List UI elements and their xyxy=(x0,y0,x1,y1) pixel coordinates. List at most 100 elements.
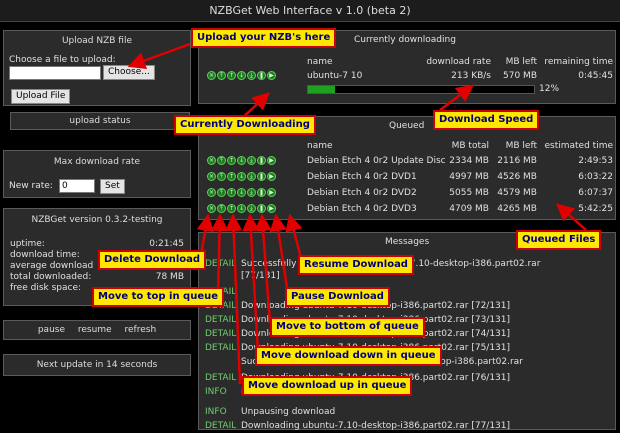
delete-icon[interactable]: × xyxy=(207,204,216,213)
resume-icon[interactable]: ▶ xyxy=(267,156,276,165)
progress-bar xyxy=(307,85,535,94)
queue-name: Debian Etch 4 0r2 Update Disc xyxy=(307,156,446,166)
message-type: DETAIL xyxy=(205,343,237,353)
progress-fill xyxy=(308,86,336,93)
queued-header-estimated: estimated time xyxy=(544,141,613,151)
pause-link[interactable]: pause xyxy=(38,325,65,335)
info-label: free disk space: xyxy=(10,283,82,293)
note-top: Move to top in queue xyxy=(92,287,225,307)
pause-icon[interactable]: ❚ xyxy=(257,204,266,213)
queue-left: 4265 MB xyxy=(497,204,537,214)
upload-file-button[interactable]: Upload File xyxy=(11,89,71,104)
queue-time: 5:42:25 xyxy=(578,204,613,214)
move-up-icon[interactable]: ↑ xyxy=(227,71,236,80)
actions-panel: pause resume refresh xyxy=(3,320,191,340)
move-bottom-icon[interactable]: ⤓ xyxy=(247,204,256,213)
set-rate-button[interactable]: Set xyxy=(100,179,125,194)
pause-icon[interactable]: ❚ xyxy=(257,172,266,181)
move-up-icon[interactable]: ↑ xyxy=(227,172,236,181)
queue-left: 4579 MB xyxy=(497,188,537,198)
message-type: DETAIL xyxy=(205,421,237,431)
resume-icon[interactable]: ▶ xyxy=(267,204,276,213)
refresh-link[interactable]: refresh xyxy=(125,325,157,335)
choose-file-button[interactable]: Choose... xyxy=(103,65,155,80)
info-label: download time: xyxy=(10,250,80,260)
message-row: INFO Unpausing download xyxy=(205,405,611,419)
progress-label: 12% xyxy=(539,84,560,94)
queue-name: Debian Etch 4 0r2 DVD1 xyxy=(307,172,417,182)
current-header-rate: download rate xyxy=(426,57,491,67)
move-down-icon[interactable]: ↓ xyxy=(237,172,246,181)
queue-controls: × ⤒ ↑ ↓ ⤓ ❚ ▶ xyxy=(207,170,277,184)
delete-icon[interactable]: × xyxy=(207,156,216,165)
queue-name: Debian Etch 4 0r2 DVD2 xyxy=(307,188,417,198)
pause-icon[interactable]: ❚ xyxy=(257,71,266,80)
move-top-icon[interactable]: ⤒ xyxy=(217,188,226,197)
move-up-icon[interactable]: ↑ xyxy=(227,204,236,213)
queue-total: 2334 MB xyxy=(449,156,489,166)
window-title: NZBGet Web Interface v 1.0 (beta 2) xyxy=(0,0,620,22)
move-top-icon[interactable]: ⤒ xyxy=(217,204,226,213)
info-label: uptime: xyxy=(10,239,45,249)
note-queued: Queued Files xyxy=(516,230,602,250)
queued-header-left: MB left xyxy=(505,141,537,151)
move-down-icon[interactable]: ↓ xyxy=(237,204,246,213)
delete-icon[interactable]: × xyxy=(207,71,216,80)
note-bottom: Move to bottom of queue xyxy=(270,317,425,337)
message-type: DETAIL xyxy=(205,315,237,325)
queue-time: 6:07:37 xyxy=(578,188,613,198)
resume-link[interactable]: resume xyxy=(78,325,112,335)
queue-total: 4997 MB xyxy=(449,172,489,182)
move-top-icon[interactable]: ⤒ xyxy=(217,172,226,181)
move-down-icon[interactable]: ↓ xyxy=(237,188,246,197)
move-top-icon[interactable]: ⤒ xyxy=(217,156,226,165)
queue-left: 4526 MB xyxy=(497,172,537,182)
queued-header-total: MB total xyxy=(451,141,489,151)
resume-icon[interactable]: ▶ xyxy=(267,71,276,80)
messages-title: Messages xyxy=(385,237,430,247)
message-text: Downloading ubuntu-7.10-desktop-i386.par… xyxy=(241,421,511,431)
delete-icon[interactable]: × xyxy=(207,172,216,181)
info-label: average download xyxy=(10,261,94,271)
note-up: Move download up in queue xyxy=(242,376,413,396)
resume-icon[interactable]: ▶ xyxy=(267,188,276,197)
version-label: NZBGet version 0.3.2-testing xyxy=(31,215,163,225)
move-bottom-icon[interactable]: ⤓ xyxy=(247,71,256,80)
queue-total: 4709 MB xyxy=(449,204,489,214)
rate-label: New rate: xyxy=(9,181,53,191)
queue-total: 5055 MB xyxy=(449,188,489,198)
queue-row: × ⤒ ↑ ↓ ⤓ ❚ ▶ Debian Etch 4 0r2 DVD3 4709 MB 4265… xyxy=(199,202,617,216)
move-up-icon[interactable]: ↑ xyxy=(227,156,236,165)
file-path-input[interactable] xyxy=(9,66,101,80)
next-update: Next update in 14 seconds xyxy=(3,354,191,376)
move-down-icon[interactable]: ↓ xyxy=(237,156,246,165)
note-delete: Delete Download xyxy=(98,250,207,270)
move-bottom-icon[interactable]: ⤓ xyxy=(247,188,256,197)
queue-row: × ⤒ ↑ ↓ ⤓ ❚ ▶ Debian Etch 4 0r2 DVD1 4997 MB 4526… xyxy=(199,170,617,184)
queue-time: 6:03:22 xyxy=(578,172,613,182)
move-up-icon[interactable]: ↑ xyxy=(227,188,236,197)
pause-icon[interactable]: ❚ xyxy=(257,188,266,197)
delete-icon[interactable]: × xyxy=(207,188,216,197)
info-label: total downloaded: xyxy=(10,272,92,282)
current-row: × ⤒ ↑ ↓ ⤓ ❚ ▶ ubuntu-7 10 213 KB/s 570 MB 0:45… xyxy=(199,69,617,83)
current-title: Currently downloading xyxy=(354,35,456,45)
message-text: [77/131] xyxy=(241,271,280,281)
note-speed: Download Speed xyxy=(433,110,540,130)
queue-time: 2:49:53 xyxy=(578,156,613,166)
resume-icon[interactable]: ▶ xyxy=(267,172,276,181)
rate-input[interactable]: 0 xyxy=(59,179,95,193)
note-upload: Upload your NZB's here xyxy=(191,28,337,48)
message-row: DETAIL xyxy=(205,285,611,299)
current-header-left: MB left xyxy=(505,57,537,67)
move-bottom-icon[interactable]: ⤓ xyxy=(247,172,256,181)
queue-controls: × ⤒ ↑ ↓ ⤓ ❚ ▶ xyxy=(207,186,277,200)
move-bottom-icon[interactable]: ⤓ xyxy=(247,156,256,165)
current-controls: × ⤒ ↑ ↓ ⤓ ❚ ▶ xyxy=(207,69,277,83)
pause-icon[interactable]: ❚ xyxy=(257,156,266,165)
queue-controls: × ⤒ ↑ ↓ ⤓ ❚ ▶ xyxy=(207,202,277,216)
move-down-icon[interactable]: ↓ xyxy=(237,71,246,80)
move-top-icon[interactable]: ⤒ xyxy=(217,71,226,80)
queued-header-name: name xyxy=(307,141,333,151)
current-header-remaining: remaining time xyxy=(544,57,613,67)
